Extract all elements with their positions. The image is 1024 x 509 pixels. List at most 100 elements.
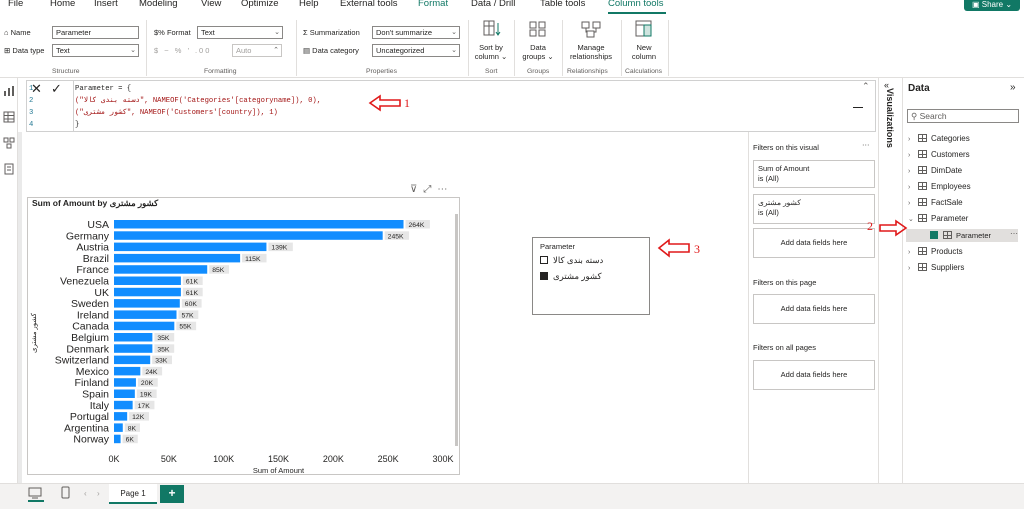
- share-button[interactable]: ▣ Share ⌄: [964, 0, 1020, 11]
- sort-by-column-button[interactable]: Sort by column ⌄: [472, 20, 510, 61]
- checkbox-checked[interactable]: [930, 231, 938, 239]
- tab-view[interactable]: View: [201, 0, 221, 9]
- dax-query-view-icon[interactable]: [3, 163, 15, 175]
- tab-modeling[interactable]: Modeling: [139, 0, 178, 9]
- mobile-layout-icon[interactable]: [61, 486, 70, 499]
- table-view-icon[interactable]: [3, 111, 15, 123]
- x-tick-label: 250K: [378, 454, 399, 464]
- bar[interactable]: [114, 287, 181, 297]
- table-item-dimdate[interactable]: › DimDate: [908, 166, 962, 175]
- number-format-buttons[interactable]: $ ~ % ’ .00: [154, 46, 211, 55]
- commit-formula-icon[interactable]: ✓: [51, 81, 62, 97]
- datatype-select[interactable]: Text ⌄: [52, 44, 139, 57]
- filter-card-sum-of-amount[interactable]: Sum of Amount is (All): [753, 160, 875, 188]
- focus-mode-icon[interactable]: ⤢: [423, 184, 437, 195]
- tab-home[interactable]: Home: [50, 0, 75, 9]
- sort-group-label: Sort: [485, 68, 498, 75]
- checkbox-unchecked[interactable]: [540, 256, 548, 264]
- add-page-button[interactable]: +: [160, 485, 184, 503]
- bar[interactable]: [114, 400, 133, 410]
- checkbox-checked[interactable]: [540, 272, 548, 280]
- tab-table-tools[interactable]: Table tools: [540, 0, 585, 9]
- bar[interactable]: [114, 378, 136, 387]
- bar[interactable]: [114, 265, 208, 274]
- bar[interactable]: [114, 220, 404, 229]
- tab-external-tools[interactable]: External tools: [340, 0, 398, 9]
- page-tab-1[interactable]: Page 1: [109, 484, 157, 504]
- table-item-factsale[interactable]: › FactSale: [908, 198, 963, 207]
- table-item-categories[interactable]: › Categories: [908, 134, 970, 143]
- bar[interactable]: [114, 344, 153, 353]
- new-column-button[interactable]: New column: [624, 20, 664, 61]
- bar[interactable]: [114, 355, 151, 365]
- add-fields-page[interactable]: Add data fields here: [753, 294, 875, 324]
- formula-bar[interactable]: ✕ ✓ 1 Parameter = { 2 ("دسته بندی کالا", …: [26, 80, 876, 132]
- bar[interactable]: [114, 276, 181, 286]
- filters-pane: Filters on this visual ⋯ Sum of Amount is…: [748, 132, 878, 484]
- slicer-item[interactable]: کشور مشتری: [540, 271, 602, 282]
- slicer-item-label: کشور مشتری: [553, 271, 602, 281]
- annotation-number-2: 2: [867, 219, 873, 233]
- manage-relationships-button[interactable]: Manage relationships: [565, 20, 617, 61]
- bar[interactable]: [114, 333, 153, 342]
- category-label: Germany: [66, 230, 110, 242]
- minimize-formula-icon[interactable]: [853, 107, 863, 108]
- tab-file[interactable]: File: [8, 0, 23, 9]
- name-field[interactable]: Parameter: [52, 26, 139, 39]
- data-groups-button[interactable]: Data groups ⌄: [518, 20, 558, 61]
- add-fields-visual[interactable]: Add data fields here: [753, 228, 875, 258]
- filter-icon[interactable]: ⊽: [410, 184, 423, 195]
- table-item-customers[interactable]: › Customers: [908, 150, 970, 159]
- table-item-products[interactable]: › Products: [908, 247, 963, 256]
- data-label: 85K: [212, 267, 225, 274]
- tab-column-tools[interactable]: Column tools: [608, 0, 663, 9]
- table-item-parameter[interactable]: ⌄ Parameter: [908, 214, 968, 223]
- bar[interactable]: [114, 321, 175, 331]
- parameter-slicer[interactable]: Parameter دسته بندی کالا کشور مشتری: [532, 237, 650, 315]
- bar[interactable]: [114, 299, 180, 308]
- desktop-layout-icon[interactable]: [28, 487, 42, 499]
- add-fields-all[interactable]: Add data fields here: [753, 360, 875, 390]
- more-options-icon[interactable]: ⋯: [862, 140, 870, 149]
- more-options-icon[interactable]: ⋯: [1010, 229, 1018, 238]
- collapse-data-pane-icon[interactable]: »: [1010, 82, 1016, 93]
- table-item-employees[interactable]: › Employees: [908, 182, 971, 191]
- bar[interactable]: [114, 434, 121, 444]
- decimal-places-input[interactable]: Auto ⌃: [232, 44, 282, 57]
- search-input[interactable]: ⚲ Search: [907, 109, 1019, 123]
- tab-format[interactable]: Format: [418, 0, 448, 9]
- more-options-icon[interactable]: ⋯: [437, 184, 453, 195]
- table-item-suppliers[interactable]: › Suppliers: [908, 263, 964, 272]
- tab-help[interactable]: Help: [299, 0, 319, 9]
- tab-data-drill[interactable]: Data / Drill: [471, 0, 515, 9]
- summarization-label: Σ Summarization: [303, 28, 360, 37]
- code-line: 1 Parameter = {: [29, 83, 875, 95]
- scroll-left-icon[interactable]: ‹: [84, 489, 87, 498]
- formula-divider: [73, 81, 74, 131]
- scroll-right-icon[interactable]: ›: [97, 489, 100, 498]
- format-select[interactable]: Text ⌄: [197, 26, 283, 39]
- bar[interactable]: [114, 231, 383, 240]
- bar[interactable]: [114, 310, 177, 319]
- vertical-scrollbar[interactable]: [455, 214, 458, 446]
- dax-editor[interactable]: 1 Parameter = { 2 ("دسته بندی کالا", NAME…: [29, 83, 875, 131]
- collapse-formula-icon[interactable]: ⌃: [862, 81, 870, 92]
- filter-card-country[interactable]: کشور مشتری is (All): [753, 194, 875, 224]
- bar[interactable]: [114, 423, 123, 432]
- model-view-icon[interactable]: [3, 137, 15, 149]
- bar[interactable]: [114, 412, 128, 421]
- data-label: 6K: [126, 437, 135, 444]
- visualizations-label[interactable]: Visualizations: [885, 88, 895, 148]
- field-item-parameter[interactable]: Parameter: [930, 231, 991, 240]
- tab-insert[interactable]: Insert: [94, 0, 118, 9]
- tab-optimize[interactable]: Optimize: [241, 0, 278, 9]
- report-view-icon[interactable]: [3, 85, 15, 97]
- data-pane-title: Data: [908, 83, 930, 94]
- bar[interactable]: [114, 242, 267, 252]
- summarization-select[interactable]: Don't summarize ⌄: [372, 26, 460, 39]
- data-category-select[interactable]: Uncategorized ⌄: [372, 44, 460, 57]
- bar[interactable]: [114, 253, 241, 263]
- bar[interactable]: [114, 389, 135, 399]
- slicer-item[interactable]: دسته بندی کالا: [540, 255, 603, 266]
- bar[interactable]: [114, 366, 141, 376]
